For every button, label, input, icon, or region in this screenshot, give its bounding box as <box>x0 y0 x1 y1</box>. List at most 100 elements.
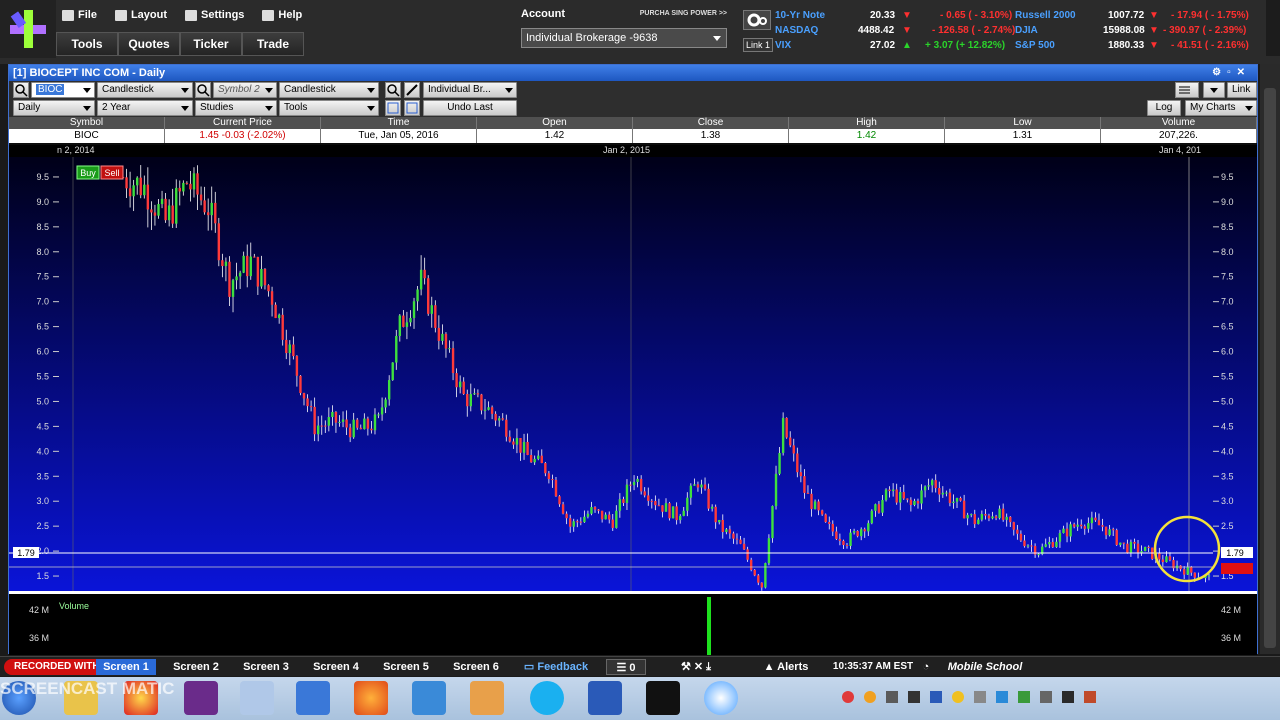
docs-icon[interactable] <box>296 681 330 715</box>
message-count[interactable]: ☰ 0 <box>606 659 646 675</box>
quote-change: - 0.65 ( - 3.10%) <box>940 10 1013 21</box>
chart-menu-button[interactable] <box>1175 82 1199 98</box>
quotes-link-button[interactable]: Link 1 <box>743 38 773 52</box>
candle-body <box>966 514 969 519</box>
menu-settings[interactable]: Settings <box>181 9 248 21</box>
top-toolbar: File Layout Settings Help Tools Quotes T… <box>0 0 1280 64</box>
tab-quotes[interactable]: Quotes <box>118 32 180 56</box>
hp-icon[interactable] <box>412 681 446 715</box>
chart-account-select[interactable]: Individual Br... <box>423 82 517 98</box>
quotes-settings-button[interactable] <box>743 10 771 30</box>
candle-body <box>753 569 756 576</box>
snipping-icon[interactable] <box>240 681 274 715</box>
price-tick-label: 3.0 <box>36 496 49 506</box>
candle-body <box>906 498 909 500</box>
cursor-button[interactable] <box>404 100 420 116</box>
tab-screen-4[interactable]: Screen 4 <box>306 659 366 675</box>
skype-icon[interactable] <box>530 681 564 715</box>
candle-body <box>693 484 696 486</box>
system-tray[interactable] <box>842 691 1202 707</box>
candle-body <box>735 538 739 540</box>
quote-last-2: 1007.72 <box>1108 10 1145 21</box>
candle-body <box>185 182 189 184</box>
chart-type2-select[interactable]: Candlestick <box>279 82 379 98</box>
candle-body <box>590 507 593 514</box>
warning-icon: ▲ <box>763 661 778 673</box>
folder-icon[interactable] <box>470 681 504 715</box>
chart-type-select[interactable]: Candlestick <box>97 82 193 98</box>
tab-screen-1[interactable]: Screen 1 <box>96 659 156 675</box>
pane-divider[interactable] <box>9 591 1257 594</box>
mobile-school-link[interactable]: Mobile School <box>940 659 1030 675</box>
symbol-search-button[interactable] <box>13 82 29 98</box>
feedback-button[interactable]: ▭ Feedback <box>516 659 596 675</box>
recorder-icon[interactable] <box>704 681 738 715</box>
log-button[interactable]: Log <box>1147 100 1181 116</box>
chevron-down-icon <box>367 88 375 93</box>
search-icon <box>15 84 28 97</box>
scrollbar-thumb[interactable] <box>1264 88 1276 648</box>
quote-row-2[interactable]: NASDAQ 4488.42 ▼ - 126.58 ( - 2.74%) DJIA… <box>775 25 1260 40</box>
alerts-button[interactable]: ▲ Alerts <box>756 659 816 675</box>
watermark-text: SCREENCAST MATIC <box>0 679 175 698</box>
candle-body <box>1168 556 1172 561</box>
candle-body <box>980 514 984 520</box>
word-icon[interactable] <box>588 681 622 715</box>
chart-link-button[interactable]: Link 1 <box>1227 82 1257 109</box>
symbol2-input[interactable]: Symbol 2 <box>213 82 277 98</box>
candle-body <box>487 407 490 410</box>
buying-power-link[interactable]: PURCHA SING POWER >> <box>640 10 727 17</box>
symbol2-search-button[interactable] <box>195 82 211 98</box>
candle-body <box>1161 559 1165 563</box>
undo-last-button[interactable]: Undo Last <box>423 100 517 116</box>
chart-options-button[interactable] <box>1203 82 1225 98</box>
candle-body <box>494 413 497 421</box>
firefox-icon[interactable] <box>354 681 388 715</box>
trading-app-icon[interactable] <box>646 681 680 715</box>
candle-body <box>551 479 554 481</box>
menu-help[interactable]: Help <box>258 9 306 21</box>
quote-row-3[interactable]: VIX 27.02 ▲ + 3.07 (+ 12.82%) S&P 500 188… <box>775 40 1260 55</box>
menu-layout[interactable]: Layout <box>111 9 171 21</box>
quote-change-2: - 41.51 ( - 2.16%) <box>1171 40 1249 51</box>
interval-select[interactable]: Daily <box>13 100 95 116</box>
zoom-button[interactable] <box>385 82 401 98</box>
my-charts-select[interactable]: My Charts <box>1185 100 1257 116</box>
range-select[interactable]: 2 Year <box>97 100 193 116</box>
search-icon <box>197 84 210 97</box>
app-icon[interactable] <box>184 681 218 715</box>
quote-row-1[interactable]: 10-Yr Note 20.33 ▼ - 0.65 ( - 3.10%) Russ… <box>775 10 1260 25</box>
price-tick-label: 3.0 <box>1221 496 1234 506</box>
symbol-input[interactable]: BIOC <box>31 82 95 98</box>
window-controls[interactable]: ⚙▫✕ <box>1212 65 1251 81</box>
candle-body <box>448 348 451 350</box>
candle-body <box>260 268 263 287</box>
tab-tools[interactable]: Tools <box>56 32 118 56</box>
crosshair-button[interactable] <box>385 100 401 116</box>
account-select[interactable]: Individual Brokerage -9638 <box>521 28 727 48</box>
symbol2-placeholder: Symbol 2 <box>218 84 260 95</box>
chart-toolbar-row-1: BIOC Candlestick Symbol 2 Candlestick In… <box>9 81 1257 109</box>
tab-screen-6[interactable]: Screen 6 <box>446 659 506 675</box>
candle-body <box>874 504 877 511</box>
clock: 10:35:37 AM EST <box>832 661 914 672</box>
quotes-scrollbar[interactable] <box>1266 0 1280 56</box>
candle-body <box>856 531 859 537</box>
tab-ticker[interactable]: Ticker <box>180 32 242 56</box>
studies-select[interactable]: Studies <box>195 100 277 116</box>
window-scrollbar[interactable] <box>1260 64 1280 654</box>
price-chart-area[interactable]: n 2, 2014 Jan 2, 2015 Jan 4, 201 9.5 9.5 9… <box>9 145 1257 655</box>
candle-body <box>618 499 622 511</box>
status-icons[interactable]: ⚒ ✕ ⤓ <box>656 659 736 675</box>
tab-screen-3[interactable]: Screen 3 <box>236 659 296 675</box>
tools-select[interactable]: Tools <box>279 100 379 116</box>
candlestick-chart[interactable]: 9.5 9.5 9.0 9.0 8.5 8.5 8.0 8.0 7.5 7.5 7.0 7.0 6.5 6… <box>9 157 1257 655</box>
tab-screen-2[interactable]: Screen 2 <box>166 659 226 675</box>
tab-screen-5[interactable]: Screen 5 <box>376 659 436 675</box>
tab-trade[interactable]: Trade <box>242 32 304 56</box>
price-tick-label: 6.5 <box>1221 322 1234 332</box>
candle-body <box>895 489 898 503</box>
trade-button[interactable] <box>404 82 420 98</box>
candle-body <box>1193 572 1197 578</box>
menu-file[interactable]: File <box>58 9 101 21</box>
